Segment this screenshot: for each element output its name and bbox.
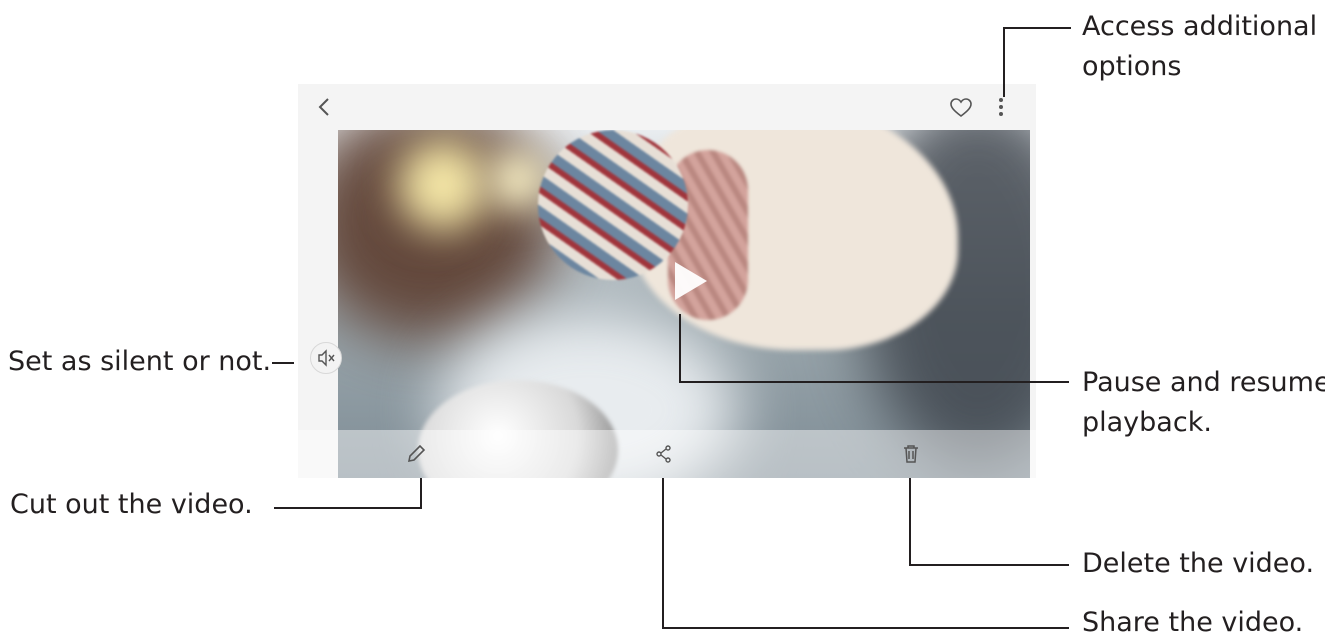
share-label: Share the video.	[1082, 607, 1304, 638]
delete-label: Delete the video.	[1082, 548, 1315, 579]
callout-line-edit	[420, 478, 422, 508]
callout-line-play-pause	[679, 381, 1069, 383]
mute-label: Set as silent or not.	[8, 346, 272, 377]
mute-button[interactable]	[310, 342, 342, 374]
child-knit-hat	[538, 130, 688, 280]
more-options-label-line2: options	[1082, 51, 1182, 82]
bokeh-light	[398, 140, 488, 230]
callout-line-share	[662, 627, 1069, 629]
more-options-label-line1: Access additional	[1082, 11, 1318, 42]
callout-line-delete	[909, 564, 1069, 566]
play-pause-label-line2: playback.	[1082, 407, 1212, 438]
play-pause-button[interactable]	[669, 258, 711, 304]
more-vert-icon[interactable]	[992, 94, 1010, 120]
top-toolbar	[298, 84, 1036, 130]
callout-line-share	[662, 478, 664, 628]
trash-icon[interactable]	[899, 442, 923, 466]
play-icon	[675, 262, 707, 300]
chevron-left-icon[interactable]	[312, 94, 336, 120]
video-player-screen	[298, 84, 1036, 478]
callout-line-play-pause	[679, 314, 681, 382]
speaker-mute-icon	[318, 349, 335, 367]
callout-line-edit	[274, 507, 422, 509]
callout-line-more-options	[1003, 27, 1071, 29]
heart-icon[interactable]	[948, 96, 974, 120]
play-pause-label-line1: Pause and resume	[1082, 367, 1325, 398]
callout-line-more-options	[1003, 27, 1005, 97]
bottom-toolbar	[298, 430, 1036, 478]
callout-line-delete	[909, 478, 911, 565]
edit-label: Cut out the video.	[10, 489, 253, 520]
pencil-icon[interactable]	[404, 442, 428, 466]
callout-line-mute	[272, 362, 294, 364]
share-icon[interactable]	[652, 442, 676, 466]
